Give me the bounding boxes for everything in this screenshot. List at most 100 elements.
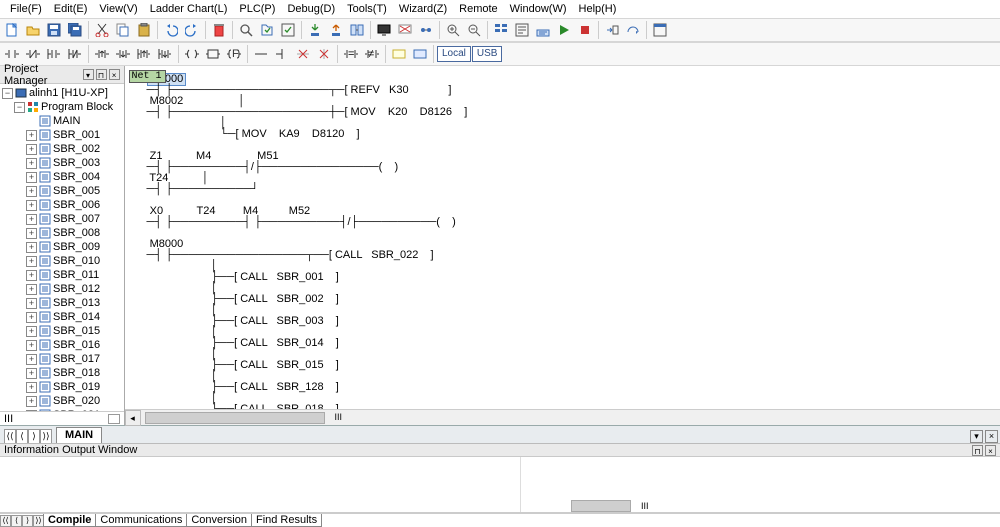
contact-no-icon[interactable]: [2, 44, 22, 64]
func-icon[interactable]: [203, 44, 223, 64]
hscroll-thumb[interactable]: [145, 412, 325, 424]
menu-view[interactable]: View(V): [93, 2, 143, 16]
pm-pin-icon[interactable]: ▾: [83, 69, 94, 80]
verify-icon[interactable]: [347, 20, 367, 40]
tree-sbr-sbr_008[interactable]: +SBR_008: [0, 226, 124, 240]
tree-expand-icon[interactable]: +: [26, 200, 37, 211]
menu-ladder[interactable]: Ladder Chart(L): [144, 2, 234, 16]
tree-expand-icon[interactable]: −: [2, 88, 13, 99]
contact-or-icon[interactable]: [44, 44, 64, 64]
zoomout-icon[interactable]: [464, 20, 484, 40]
iow-tab-next-icon[interactable]: ⟩: [22, 515, 33, 527]
conn-usb-button[interactable]: USB: [472, 46, 503, 62]
tree-sbr-sbr_001[interactable]: +SBR_001: [0, 128, 124, 142]
contact-or-rise-icon[interactable]: [134, 44, 154, 64]
stepover-icon[interactable]: [623, 20, 643, 40]
project-tree-icon[interactable]: [491, 20, 511, 40]
iow-close-icon[interactable]: ×: [985, 445, 996, 456]
clear-icon[interactable]: [395, 20, 415, 40]
tree-expand-icon[interactable]: +: [26, 228, 37, 239]
pm-bottom-scroll[interactable]: III: [0, 411, 124, 425]
tab-prev-icon[interactable]: ⟨: [16, 429, 28, 443]
tree-sbr-sbr_010[interactable]: +SBR_010: [0, 254, 124, 268]
cmp-eq-icon[interactable]: =: [341, 44, 361, 64]
iow-tab-first-icon[interactable]: ⟨⟨: [0, 515, 11, 527]
iow-pane-right[interactable]: III: [520, 457, 1000, 512]
run-icon[interactable]: [554, 20, 574, 40]
tree-sbr-sbr_017[interactable]: +SBR_017: [0, 352, 124, 366]
iow-dock-icon[interactable]: ⊓: [972, 445, 983, 456]
contact-rise-icon[interactable]: [92, 44, 112, 64]
save-icon[interactable]: [44, 20, 64, 40]
contact-nc-icon[interactable]: [23, 44, 43, 64]
tree-sbr-sbr_015[interactable]: +SBR_015: [0, 324, 124, 338]
window-icon[interactable]: [650, 20, 670, 40]
tree-expand-icon[interactable]: +: [26, 144, 37, 155]
tree-expand-icon[interactable]: +: [26, 340, 37, 351]
stop-icon[interactable]: [575, 20, 595, 40]
ladder-hscrollbar[interactable]: ◂ III ▸: [125, 409, 1000, 425]
network-label[interactable]: Net 1: [129, 70, 166, 83]
delete-icon[interactable]: [209, 20, 229, 40]
iow-pane-left[interactable]: [0, 457, 520, 512]
tree-sbr-sbr_003[interactable]: +SBR_003: [0, 156, 124, 170]
comment-icon[interactable]: [389, 44, 409, 64]
tree-expand-icon[interactable]: +: [26, 186, 37, 197]
tree-project-root[interactable]: −alinh1 [H1U-XP]: [0, 86, 124, 100]
tree-expand-icon[interactable]: +: [26, 312, 37, 323]
instruction-icon[interactable]: [512, 20, 532, 40]
vline-icon[interactable]: [272, 44, 292, 64]
tab-next-icon[interactable]: ⟩: [28, 429, 40, 443]
paste-icon[interactable]: [134, 20, 154, 40]
undo-icon[interactable]: [161, 20, 181, 40]
tree-expand-icon[interactable]: +: [26, 298, 37, 309]
tree-sbr-sbr_016[interactable]: +SBR_016: [0, 338, 124, 352]
redo-icon[interactable]: [182, 20, 202, 40]
tree-sbr-sbr_014[interactable]: +SBR_014: [0, 310, 124, 324]
iow-right-scroll-thumb[interactable]: [571, 500, 631, 512]
menu-tools[interactable]: Tools(T): [341, 2, 393, 16]
coil-icon[interactable]: [182, 44, 202, 64]
open-icon[interactable]: [23, 20, 43, 40]
tree-expand-icon[interactable]: +: [26, 368, 37, 379]
del-hline-icon[interactable]: [293, 44, 313, 64]
tab-menu-icon[interactable]: ▾: [970, 430, 983, 443]
tree-sbr-sbr_004[interactable]: +SBR_004: [0, 170, 124, 184]
contact-orn-icon[interactable]: [65, 44, 85, 64]
tree-sbr-sbr_018[interactable]: +SBR_018: [0, 366, 124, 380]
tree-expand-icon[interactable]: +: [26, 354, 37, 365]
cmp-ne-icon[interactable]: ≠: [362, 44, 382, 64]
project-tree[interactable]: −alinh1 [H1U-XP]−Program BlockMAIN+SBR_0…: [0, 84, 124, 411]
tree-sbr-sbr_006[interactable]: +SBR_006: [0, 198, 124, 212]
tree-sbr-sbr_020[interactable]: +SBR_020: [0, 394, 124, 408]
tree-sbr-sbr_009[interactable]: +SBR_009: [0, 240, 124, 254]
tree-expand-icon[interactable]: +: [26, 326, 37, 337]
iow-tab-conversion[interactable]: Conversion: [186, 514, 252, 527]
new-icon[interactable]: [2, 20, 22, 40]
tab-last-icon[interactable]: ⟩⟩: [40, 429, 52, 443]
download-icon[interactable]: [305, 20, 325, 40]
menu-edit[interactable]: Edit(E): [48, 2, 94, 16]
menu-wizard[interactable]: Wizard(Z): [393, 2, 453, 16]
compile-icon[interactable]: [257, 20, 277, 40]
contact-fall-icon[interactable]: [113, 44, 133, 64]
upload-icon[interactable]: [326, 20, 346, 40]
tree-sbr-sbr_005[interactable]: +SBR_005: [0, 184, 124, 198]
tree-main[interactable]: MAIN: [0, 114, 124, 128]
compile-all-icon[interactable]: [278, 20, 298, 40]
func-brace-icon[interactable]: F: [224, 44, 244, 64]
tree-expand-icon[interactable]: −: [14, 102, 25, 113]
zoomin-icon[interactable]: [443, 20, 463, 40]
tree-expand-icon[interactable]: +: [26, 158, 37, 169]
tree-sbr-sbr_019[interactable]: +SBR_019: [0, 380, 124, 394]
tree-sbr-sbr_013[interactable]: +SBR_013: [0, 296, 124, 310]
tab-close-icon[interactable]: ×: [985, 430, 998, 443]
hscroll-left-icon[interactable]: ◂: [125, 410, 141, 426]
hline-icon[interactable]: [251, 44, 271, 64]
tree-expand-icon[interactable]: +: [26, 130, 37, 141]
menu-help[interactable]: Help(H): [573, 2, 623, 16]
tree-program-block[interactable]: −Program Block: [0, 100, 124, 114]
saveall-icon[interactable]: [65, 20, 85, 40]
menu-debug[interactable]: Debug(D): [281, 2, 341, 16]
iow-tab-communications[interactable]: Communications: [95, 514, 187, 527]
